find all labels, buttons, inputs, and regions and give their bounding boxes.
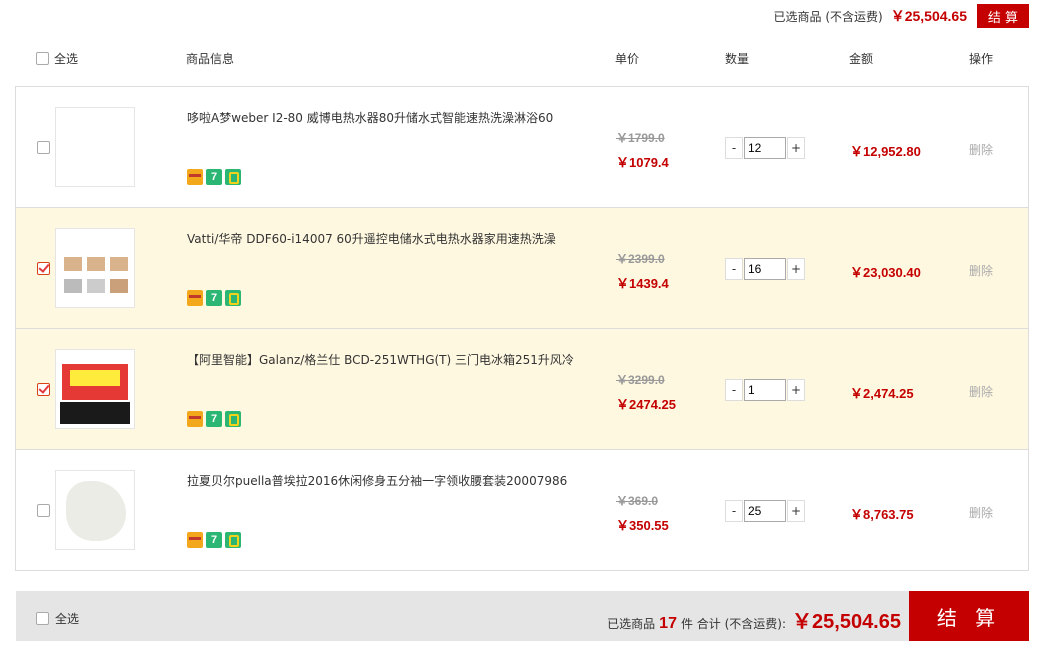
quantity-increase-button[interactable]: + <box>787 258 805 280</box>
delete-link[interactable]: 删除 <box>969 504 993 521</box>
product-title-link[interactable]: 【阿里智能】Galanz/格兰仕 BCD-251WTHG(T) 三门电冰箱251… <box>187 351 574 368</box>
footer-select-all[interactable]: 全选 <box>36 610 79 627</box>
quantity-decrease-button[interactable]: - <box>725 500 743 522</box>
service-guarantee-icon <box>225 169 241 185</box>
footer-selected-count: 17 <box>659 615 677 632</box>
header-product-info: 商品信息 <box>186 52 235 66</box>
service-tags: 7 <box>187 532 241 548</box>
quantity-decrease-button[interactable]: - <box>725 379 743 401</box>
credit-card-icon <box>187 169 203 185</box>
service-guarantee-icon <box>225 532 241 548</box>
quantity-input[interactable] <box>744 137 786 159</box>
product-thumbnail[interactable] <box>55 107 135 187</box>
seven-day-return-icon: 7 <box>206 169 222 185</box>
footer-total: ￥25,504.65 <box>792 611 901 633</box>
top-summary-total: ￥25,504.65 <box>890 8 967 24</box>
quantity-stepper: - + <box>725 137 805 159</box>
item-amount: ￥12,952.80 <box>850 144 921 159</box>
cart-item-row: Vatti/华帝 DDF60-i14007 60升遥控电储水式电热水器家用速热洗… <box>16 208 1028 329</box>
credit-card-icon <box>187 290 203 306</box>
checkout-button[interactable]: 结 算 <box>909 591 1029 641</box>
header-quantity: 数量 <box>725 52 750 66</box>
top-summary-label: 已选商品 (不含运费) <box>773 9 883 24</box>
price-cell: ￥2399.0 ￥1439.4 <box>616 250 669 292</box>
original-price: ￥369.0 <box>616 494 659 508</box>
product-title-link[interactable]: 哆啦A梦weber I2-80 威博电热水器80升储水式智能速热洗澡淋浴60 <box>187 109 553 126</box>
quantity-decrease-button[interactable]: - <box>725 137 743 159</box>
delete-link[interactable]: 删除 <box>969 383 993 400</box>
cart-item-row: 拉夏贝尔puella普埃拉2016休闲修身五分袖一字领收腰套装20007986 … <box>16 450 1028 570</box>
product-thumbnail[interactable] <box>55 228 135 308</box>
quantity-increase-button[interactable]: + <box>787 379 805 401</box>
current-price: ￥350.55 <box>616 518 669 533</box>
item-amount: ￥23,030.40 <box>850 265 921 280</box>
credit-card-icon <box>187 532 203 548</box>
original-price: ￥2399.0 <box>616 252 665 266</box>
header-select-all-checkbox[interactable] <box>36 52 49 68</box>
quantity-stepper: - + <box>725 379 805 401</box>
item-checkbox[interactable] <box>37 504 50 520</box>
footer-select-all-label: 全选 <box>55 612 80 626</box>
price-cell: ￥3299.0 ￥2474.25 <box>616 371 676 413</box>
footer-summary: 已选商品 17 件 合计 (不含运费): ￥25,504.65 <box>607 605 901 634</box>
quantity-increase-button[interactable]: + <box>787 500 805 522</box>
seven-day-return-icon: 7 <box>206 411 222 427</box>
product-title-link[interactable]: 拉夏贝尔puella普埃拉2016休闲修身五分袖一字领收腰套装20007986 <box>187 472 567 489</box>
product-thumbnail[interactable] <box>55 470 135 550</box>
quantity-increase-button[interactable]: + <box>787 137 805 159</box>
cart-item-row: 哆啦A梦weber I2-80 威博电热水器80升储水式智能速热洗澡淋浴60 7… <box>16 87 1028 208</box>
seven-day-return-icon: 7 <box>206 290 222 306</box>
top-checkout-button[interactable]: 结 算 <box>977 4 1029 28</box>
quantity-stepper: - + <box>725 500 805 522</box>
cart-item-list: 哆啦A梦weber I2-80 威博电热水器80升储水式智能速热洗澡淋浴60 7… <box>15 86 1029 571</box>
service-guarantee-icon <box>225 411 241 427</box>
price-cell: ￥369.0 ￥350.55 <box>616 492 669 534</box>
item-amount: ￥8,763.75 <box>850 507 914 522</box>
current-price: ￥1439.4 <box>616 276 669 291</box>
item-checkbox[interactable] <box>37 141 50 157</box>
product-title-link[interactable]: Vatti/华帝 DDF60-i14007 60升遥控电储水式电热水器家用速热洗… <box>187 230 556 247</box>
quantity-input[interactable] <box>744 258 786 280</box>
delete-link[interactable]: 删除 <box>969 141 993 158</box>
quantity-decrease-button[interactable]: - <box>725 258 743 280</box>
original-price: ￥3299.0 <box>616 373 665 387</box>
footer-selected-label: 已选商品 <box>607 617 656 631</box>
seven-day-return-icon: 7 <box>206 532 222 548</box>
cart-table-header: 全选 商品信息 单价 数量 金额 操作 <box>0 40 1053 76</box>
footer-select-all-checkbox[interactable] <box>36 612 49 625</box>
quantity-input[interactable] <box>744 500 786 522</box>
price-cell: ￥1799.0 ￥1079.4 <box>616 129 669 171</box>
cart-footer-bar: 全选 已选商品 17 件 合计 (不含运费): ￥25,504.65 结 算 <box>16 591 1029 641</box>
delete-link[interactable]: 删除 <box>969 262 993 279</box>
service-tags: 7 <box>187 169 241 185</box>
header-select-all-label: 全选 <box>54 52 79 66</box>
quantity-input[interactable] <box>744 379 786 401</box>
credit-card-icon <box>187 411 203 427</box>
footer-unit-label: 件 合计 (不含运费): <box>680 617 787 631</box>
item-amount: ￥2,474.25 <box>850 386 914 401</box>
header-unit-price: 单价 <box>615 52 640 66</box>
current-price: ￥2474.25 <box>616 397 676 412</box>
product-thumbnail[interactable] <box>55 349 135 429</box>
item-checkbox[interactable] <box>37 262 50 278</box>
service-guarantee-icon <box>225 290 241 306</box>
cart-item-row: 【阿里智能】Galanz/格兰仕 BCD-251WTHG(T) 三门电冰箱251… <box>16 329 1028 450</box>
service-tags: 7 <box>187 411 241 427</box>
original-price: ￥1799.0 <box>616 131 665 145</box>
service-tags: 7 <box>187 290 241 306</box>
item-checkbox[interactable] <box>37 383 50 399</box>
current-price: ￥1079.4 <box>616 155 669 170</box>
header-amount: 金额 <box>849 52 874 66</box>
header-action: 操作 <box>969 52 994 66</box>
quantity-stepper: - + <box>725 258 805 280</box>
top-summary-bar: 已选商品 (不含运费) ￥25,504.65 结 算 <box>774 4 1029 28</box>
